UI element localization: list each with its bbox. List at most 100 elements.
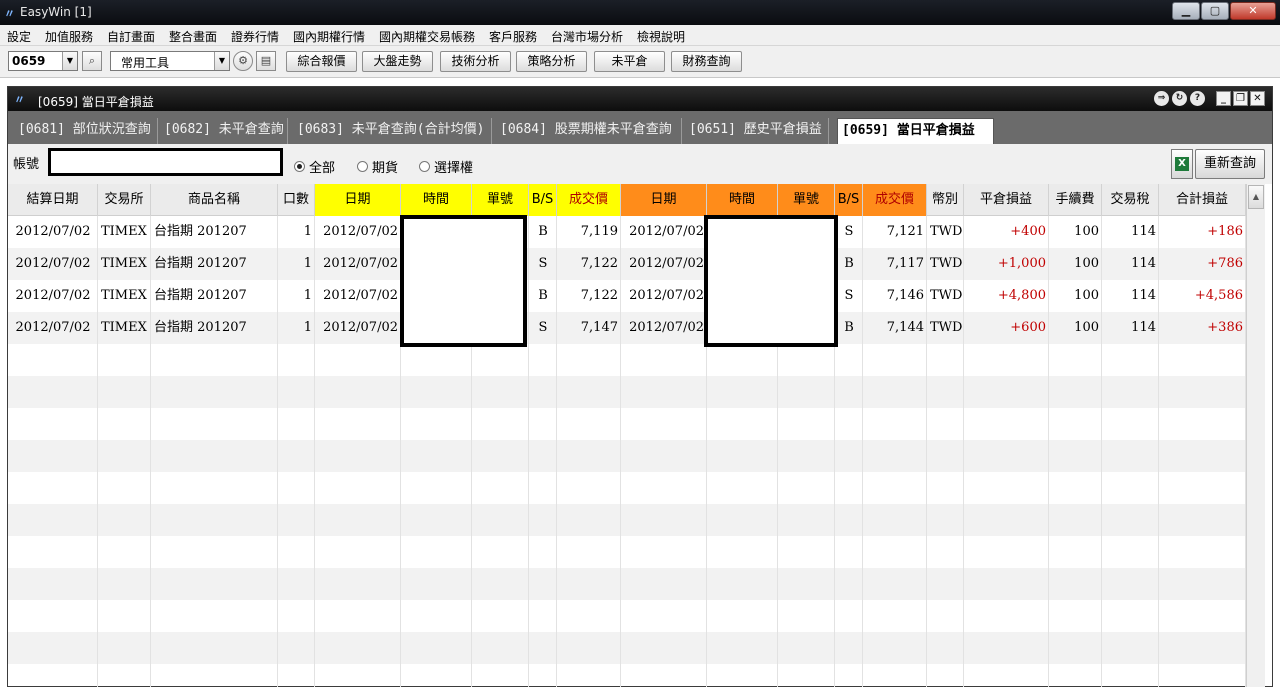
header-open-time[interactable]: 時間 — [401, 184, 472, 216]
header-close-price[interactable]: 成交價 — [863, 184, 927, 216]
strategy-analysis-button[interactable]: 策略分析 — [516, 51, 587, 72]
menu-tw-market-analysis[interactable]: 台灣市場分析 — [551, 28, 623, 45]
tab-0659[interactable]: [0659] 當日平倉損益 — [837, 118, 994, 144]
pnl-table: 結算日期 交易所 商品名稱 口數 日期 時間 單號 B/S 成交價 日期 時間 單號 B/S 成交價 幣別平… — [8, 184, 1272, 687]
function-code-select[interactable]: 0659 ▼ — [8, 51, 78, 71]
header-fee[interactable]: 手續費 — [1049, 184, 1102, 216]
menu-securities-quotes[interactable]: 證券行情 — [231, 28, 279, 45]
comprehensive-quote-button[interactable]: 綜合報價 — [286, 51, 357, 72]
table-row[interactable] — [8, 664, 1246, 687]
header-open-order-no[interactable]: 單號 — [472, 184, 529, 216]
header-open-bs[interactable]: B/S — [529, 184, 557, 216]
cell-open-bs: S — [538, 320, 548, 335]
header-lots[interactable]: 口數 — [278, 184, 315, 216]
radio-all[interactable]: 全部 — [294, 157, 335, 176]
minimize-icon[interactable]: _ — [1216, 91, 1231, 106]
column-divider — [926, 216, 927, 687]
table-row[interactable]: 2012/07/02 TIMEX 台指期 201207 1 2012/07/02 S 7,1… — [8, 312, 1246, 344]
header-close-order-no[interactable]: 單號 — [778, 184, 835, 216]
export-excel-button[interactable]: X — [1171, 149, 1193, 179]
cell-fee: 100 — [1074, 256, 1099, 271]
cell-close-pnl: +600 — [1010, 320, 1046, 335]
menu-custom-screen[interactable]: 自訂畫面 — [107, 28, 155, 45]
app-logo-icon: 〃 — [14, 93, 25, 106]
cell-close-pnl: +400 — [1010, 224, 1046, 239]
header-close-bs[interactable]: B/S — [835, 184, 863, 216]
tab-0651[interactable]: [0651] 歷史平倉損益 — [685, 118, 829, 144]
column-divider — [1048, 216, 1049, 687]
excel-icon: X — [1175, 157, 1189, 171]
scroll-up-icon[interactable]: ▲ — [1248, 185, 1264, 209]
menu-value-added[interactable]: 加值服務 — [45, 28, 93, 45]
table-row[interactable]: 2012/07/02 TIMEX 台指期 201207 1 2012/07/02 B 7,1… — [8, 216, 1246, 248]
technical-analysis-button[interactable]: 技術分析 — [440, 51, 511, 72]
cell-fee: 100 — [1074, 288, 1099, 303]
requery-button[interactable]: 重新查詢 — [1195, 149, 1265, 179]
search-window-icon[interactable]: ⌕ — [82, 51, 102, 71]
header-tax[interactable]: 交易稅 — [1102, 184, 1159, 216]
cell-open-date: 2012/07/02 — [323, 256, 398, 271]
common-tools-select[interactable]: 常用工具 ▼ — [110, 51, 230, 71]
tab-0684[interactable]: [0684] 股票期權未平倉查詢 — [496, 118, 682, 144]
tab-0681[interactable]: [0681] 部位狀況查詢 — [14, 118, 158, 144]
menu-domestic-fo-accounts[interactable]: 國內期權交易帳務 — [379, 28, 475, 45]
menu-settings[interactable]: 設定 — [7, 28, 31, 45]
menu-customer-service[interactable]: 客戶服務 — [489, 28, 537, 45]
table-header: 結算日期 交易所 商品名稱 口數 日期 時間 單號 B/S 成交價 日期 時間 單號 B/S 成交價 幣別平… — [8, 184, 1246, 216]
refresh-icon[interactable]: ↻ — [1172, 91, 1187, 106]
table-row[interactable] — [8, 344, 1246, 376]
column-divider — [277, 216, 278, 687]
header-open-date[interactable]: 日期 — [315, 184, 401, 216]
cell-tax: 114 — [1131, 320, 1156, 335]
open-position-button[interactable]: 未平倉 — [594, 51, 665, 72]
table-row[interactable] — [8, 600, 1246, 632]
market-trend-button[interactable]: 大盤走勢 — [362, 51, 433, 72]
help-icon[interactable]: ? — [1190, 91, 1205, 106]
table-row[interactable] — [8, 632, 1246, 664]
table-row[interactable]: 2012/07/02 TIMEX 台指期 201207 1 2012/07/02 B 7,1… — [8, 280, 1246, 312]
header-open-price[interactable]: 成交價 — [557, 184, 621, 216]
table-row[interactable] — [8, 408, 1246, 440]
cell-open-date: 2012/07/02 — [323, 288, 398, 303]
menu-integrated-screen[interactable]: 整合畫面 — [169, 28, 217, 45]
vertical-scrollbar[interactable]: ▲ — [1246, 184, 1265, 687]
cell-open-price: 7,147 — [580, 320, 618, 335]
cell-open-bs: B — [538, 224, 548, 239]
table-row[interactable] — [8, 568, 1246, 600]
chevron-down-icon[interactable]: ▼ — [62, 52, 77, 70]
header-exchange[interactable]: 交易所 — [98, 184, 151, 216]
maximize-icon[interactable]: ▢ — [1201, 2, 1229, 20]
link-icon[interactable]: ⇒ — [1154, 91, 1169, 106]
tab-0683[interactable]: [0683] 未平倉查詢(合計均價) — [293, 118, 492, 144]
close-icon[interactable]: ✕ — [1250, 91, 1265, 106]
table-row[interactable] — [8, 504, 1246, 536]
menu-domestic-fo-quotes[interactable]: 國內期權行情 — [293, 28, 365, 45]
table-row[interactable]: 2012/07/02 TIMEX 台指期 201207 1 2012/07/02 S 7,1… — [8, 248, 1246, 280]
gear-icon[interactable]: ⚙ — [233, 51, 253, 71]
account-input[interactable] — [48, 148, 283, 176]
table-row[interactable] — [8, 440, 1246, 472]
radio-futures[interactable]: 期貨 — [357, 157, 398, 176]
header-currency[interactable]: 幣別 — [927, 184, 964, 216]
cell-close-bs: B — [844, 320, 854, 335]
header-close-pnl[interactable]: 平倉損益 — [964, 184, 1049, 216]
header-settle-date[interactable]: 結算日期 — [8, 184, 98, 216]
new-window-icon[interactable]: ▤ — [256, 51, 276, 71]
chevron-down-icon[interactable]: ▼ — [214, 52, 229, 70]
table-row[interactable] — [8, 536, 1246, 568]
table-row[interactable] — [8, 376, 1246, 408]
minimize-icon[interactable]: ▁ — [1172, 2, 1200, 20]
radio-options[interactable]: 選擇權 — [419, 157, 473, 176]
cell-close-price: 7,117 — [886, 256, 924, 271]
restore-icon[interactable]: ❐ — [1233, 91, 1248, 106]
header-close-date[interactable]: 日期 — [621, 184, 707, 216]
menu-view-help[interactable]: 檢視說明 — [637, 28, 685, 45]
financial-query-button[interactable]: 財務查詢 — [671, 51, 742, 72]
table-row[interactable] — [8, 472, 1246, 504]
header-product-name[interactable]: 商品名稱 — [151, 184, 278, 216]
header-close-time[interactable]: 時間 — [707, 184, 778, 216]
close-icon[interactable]: ✕ — [1230, 2, 1276, 20]
header-total-pnl[interactable]: 合計損益 — [1159, 184, 1246, 216]
tab-0682[interactable]: [0682] 未平倉查詢 — [160, 118, 288, 144]
cell-close-bs: S — [844, 288, 854, 303]
